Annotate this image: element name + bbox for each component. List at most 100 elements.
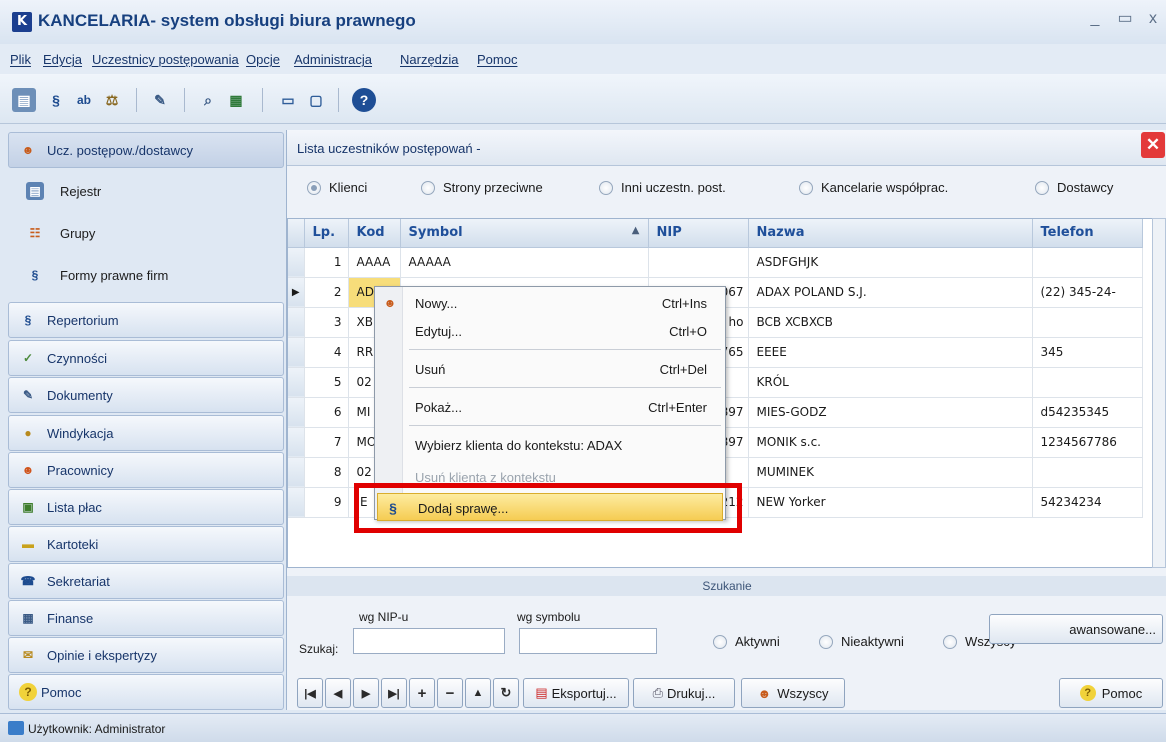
cell-kod: AAAA	[348, 247, 401, 278]
sidebar-item-repertorium[interactable]: § Repertorium	[8, 302, 284, 338]
sidebar-item-lista-plac[interactable]: ▣ Lista płac	[8, 489, 284, 525]
menu-pomoc[interactable]: Pomoc	[477, 52, 517, 67]
column-header-nazwa[interactable]: Nazwa	[748, 219, 1033, 248]
sidebar: ☻ Ucz. postępow./dostawcy ▤ Rejestr ☷ Gr…	[4, 130, 284, 710]
help-icon[interactable]: ?	[352, 88, 376, 112]
filter-klienci[interactable]: Klienci	[307, 180, 367, 195]
previous-record-button[interactable]: ◀	[325, 678, 351, 708]
context-menu-select-client[interactable]: Wybierz klienta do kontekstu: ADAX	[375, 431, 727, 459]
sidebar-item-dokumenty[interactable]: ✎ Dokumenty	[8, 377, 284, 413]
sidebar-item-pracownicy[interactable]: ☻ Pracownicy	[8, 452, 284, 488]
all-button[interactable]: ☻ Wszyscy	[741, 678, 845, 708]
status-nieaktywni[interactable]: Nieaktywni	[819, 634, 904, 649]
print-button[interactable]: ⎙ Drukuj...	[633, 678, 735, 708]
add-record-button[interactable]: +	[409, 678, 435, 708]
all-label: Wszyscy	[777, 685, 829, 701]
menu-item-label: Usuń klienta z kontekstu	[415, 470, 556, 483]
sidebar-item-label: Windykacja	[47, 426, 114, 441]
status-label: Nieaktywni	[841, 634, 904, 649]
table-header-row: Lp. Kod Symbol ▲ NIP Nazwa Telefon	[288, 219, 1143, 248]
window-icon[interactable]: ▢	[304, 88, 328, 112]
filter-label: Kancelarie współprac.	[821, 180, 949, 195]
delete-record-button[interactable]: −	[437, 678, 463, 708]
finance-icon: ▦	[22, 611, 34, 625]
radio-icon	[799, 180, 813, 195]
next-record-button[interactable]: ▶	[353, 678, 379, 708]
menu-separator	[409, 387, 721, 388]
menu-administracja[interactable]: Administracja	[294, 52, 372, 67]
sidebar-item-formy-prawne[interactable]: § Formy prawne firm	[8, 256, 284, 296]
search-document-icon[interactable]: ⌕	[196, 88, 220, 112]
cell-telefon: d54235345	[1032, 397, 1143, 428]
maximize-icon[interactable]: ▭	[1114, 8, 1136, 30]
nip-search-input[interactable]	[353, 628, 505, 654]
context-menu-new[interactable]: ☻ Nowy... Ctrl+Ins	[375, 289, 727, 317]
paragraph-people-icon: §	[31, 268, 39, 282]
column-header-nip[interactable]: NIP	[648, 219, 749, 248]
sidebar-item-kartoteki[interactable]: ▬ Kartoteki	[8, 526, 284, 562]
paragraph-icon[interactable]: §	[44, 88, 68, 112]
menu-edycja[interactable]: Edycja	[43, 52, 82, 67]
refresh-button[interactable]: ↻	[493, 678, 519, 708]
menu-opcje[interactable]: Opcje	[246, 52, 280, 67]
cell-lp: 6	[304, 397, 349, 428]
menu-plik[interactable]: Plik	[10, 52, 31, 67]
first-record-button[interactable]: |◀	[297, 678, 323, 708]
window-title: KANCELARIA- system obsługi biura prawneg…	[38, 11, 416, 30]
scales-icon[interactable]: ⚖	[100, 88, 124, 112]
filter-kancelarie[interactable]: Kancelarie współprac.	[799, 180, 948, 195]
person-icon: ☻	[383, 296, 397, 310]
context-menu-edit[interactable]: Edytuj... Ctrl+O	[375, 317, 727, 345]
advanced-search-button[interactable]: awansowane...	[989, 614, 1163, 644]
export-button[interactable]: ▤ Eksportuj...	[523, 678, 629, 708]
cell-nazwa: BCB XCBXCB	[748, 307, 1033, 338]
column-header-symbol[interactable]: Symbol ▲	[400, 219, 649, 248]
toolbar-separator	[262, 88, 263, 112]
sidebar-item-label: Pracownicy	[47, 463, 114, 478]
sidebar-item-label: Repertorium	[47, 313, 119, 328]
column-header-telefon[interactable]: Telefon	[1032, 219, 1143, 248]
secretariat-icon: ☎	[20, 574, 36, 588]
last-record-button[interactable]: ▶|	[381, 678, 407, 708]
symbol-search-input[interactable]	[519, 628, 657, 654]
radio-icon	[421, 180, 435, 195]
sidebar-item-label: Finanse	[47, 611, 94, 626]
document-edit-icon[interactable]: ✎	[148, 88, 172, 112]
column-header-kod[interactable]: Kod	[348, 219, 401, 248]
sidebar-item-czynnosci[interactable]: ✓ Czynności	[8, 340, 284, 376]
sidebar-item-opinie[interactable]: ✉ Opinie i ekspertyzy	[8, 637, 284, 673]
filter-inni-uczestnicy[interactable]: Inni uczestn. post.	[599, 180, 726, 195]
app-logo-icon: K	[12, 12, 32, 32]
column-header-lp[interactable]: Lp.	[304, 219, 349, 248]
print-label: Drukuj...	[667, 685, 716, 701]
close-panel-icon[interactable]: ✕	[1141, 132, 1165, 158]
people-icon: ☻	[757, 685, 772, 701]
status-aktywni[interactable]: Aktywni	[713, 634, 780, 649]
filter-dostawcy[interactable]: Dostawcy	[1035, 180, 1113, 195]
vertical-scrollbar[interactable]	[1152, 218, 1166, 568]
context-menu-delete[interactable]: Usuń Ctrl+Del	[375, 355, 727, 383]
sidebar-item-rejestr[interactable]: ▤ Rejestr	[8, 172, 284, 212]
menu-item-shortcut: Ctrl+Enter	[648, 400, 707, 415]
spellcheck-icon[interactable]: ab	[72, 88, 96, 112]
table-row[interactable]: 1 AAAA AAAAA ASDFGHJK	[288, 247, 1143, 278]
menu-uczestnicy[interactable]: Uczestnicy postępowania	[92, 52, 239, 67]
close-window-icon[interactable]: x	[1142, 8, 1164, 30]
sidebar-item-pomoc[interactable]: ? Pomoc	[8, 674, 284, 710]
sidebar-item-label: Lista płac	[47, 500, 102, 515]
sidebar-item-sekretariat[interactable]: ☎ Sekretariat	[8, 563, 284, 599]
sidebar-item-windykacja[interactable]: ● Windykacja	[8, 415, 284, 451]
menu-narzedzia[interactable]: Narzędzia	[400, 52, 459, 67]
context-menu-show[interactable]: Pokaż... Ctrl+Enter	[375, 393, 727, 421]
sidebar-item-grupy[interactable]: ☷ Grupy	[8, 214, 284, 254]
register-icon[interactable]: ▤	[12, 88, 36, 112]
spreadsheet-icon[interactable]: ▦	[224, 88, 248, 112]
filter-strony-przeciwne[interactable]: Strony przeciwne	[421, 180, 543, 195]
cell-lp: 8	[304, 457, 349, 488]
edit-record-button[interactable]: ▲	[465, 678, 491, 708]
sidebar-item-uczestnicy[interactable]: ☻ Ucz. postępow./dostawcy	[8, 132, 284, 168]
help-button[interactable]: ? Pomoc	[1059, 678, 1163, 708]
sidebar-item-finanse[interactable]: ▦ Finanse	[8, 600, 284, 636]
minimize-icon[interactable]: _	[1084, 8, 1106, 30]
card-icon[interactable]: ▭	[276, 88, 300, 112]
